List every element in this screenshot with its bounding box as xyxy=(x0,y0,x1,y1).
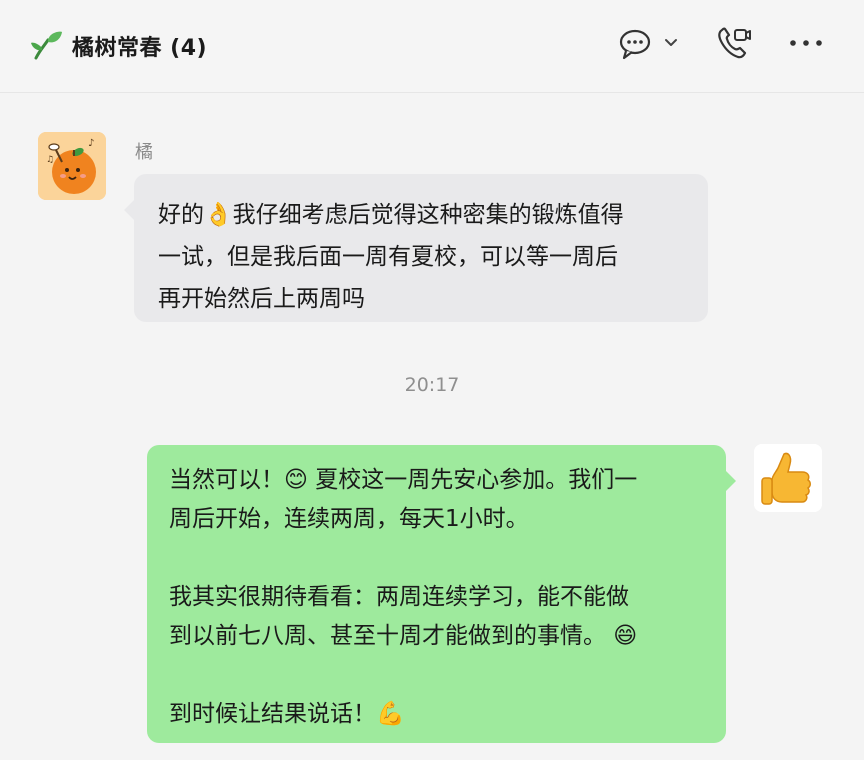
sender-name: 橘 xyxy=(135,142,153,163)
chevron-down-icon[interactable] xyxy=(664,38,678,48)
orange-mascot-icon: ♪ ♫ xyxy=(38,132,106,200)
message-line: 到时候让结果说话！💪 xyxy=(169,701,405,727)
my-avatar[interactable] xyxy=(754,444,822,512)
outgoing-message-bubble[interactable]: 当然可以！😊 夏校这一周先安心参加。我们一 周后开始，连续两周，每天1小时。 我… xyxy=(147,445,736,743)
video-call-icon[interactable] xyxy=(716,26,752,60)
message-line: 我其实很期待看看：两周连续学习，能不能做 xyxy=(169,584,629,610)
message-line: 周后开始，连续两周，每天1小时。 xyxy=(169,506,529,532)
message-line: 好的👌我仔细考虑后觉得这种密集的锻炼值得 xyxy=(158,202,624,228)
message-line: 一试，但是我后面一周有夏校，可以等一周后 xyxy=(158,244,618,270)
message-line: 到以前七八周、甚至十周才能做到的事情。 😄 xyxy=(169,623,638,649)
chat-bubble-icon[interactable] xyxy=(618,28,654,60)
sender-avatar[interactable]: ♪ ♫ xyxy=(38,132,106,200)
chat-header: 橘树常春 (4) xyxy=(0,0,864,93)
chat-title[interactable]: 橘树常春 (4) xyxy=(72,30,207,62)
thumbs-up-icon xyxy=(754,444,822,512)
message-timestamp: 20:17 xyxy=(404,374,460,396)
message-line: 当然可以！😊 夏校这一周先安心参加。我们一 xyxy=(169,467,638,493)
message-line: 再开始然后上两周吗 xyxy=(158,286,365,312)
sprout-icon xyxy=(31,31,62,60)
more-icon[interactable] xyxy=(788,36,824,50)
svg-text:♫: ♫ xyxy=(46,155,54,165)
incoming-message-bubble[interactable]: 好的👌我仔细考虑后觉得这种密集的锻炼值得 一试，但是我后面一周有夏校，可以等一周… xyxy=(124,174,708,322)
svg-text:♪: ♪ xyxy=(88,138,94,149)
